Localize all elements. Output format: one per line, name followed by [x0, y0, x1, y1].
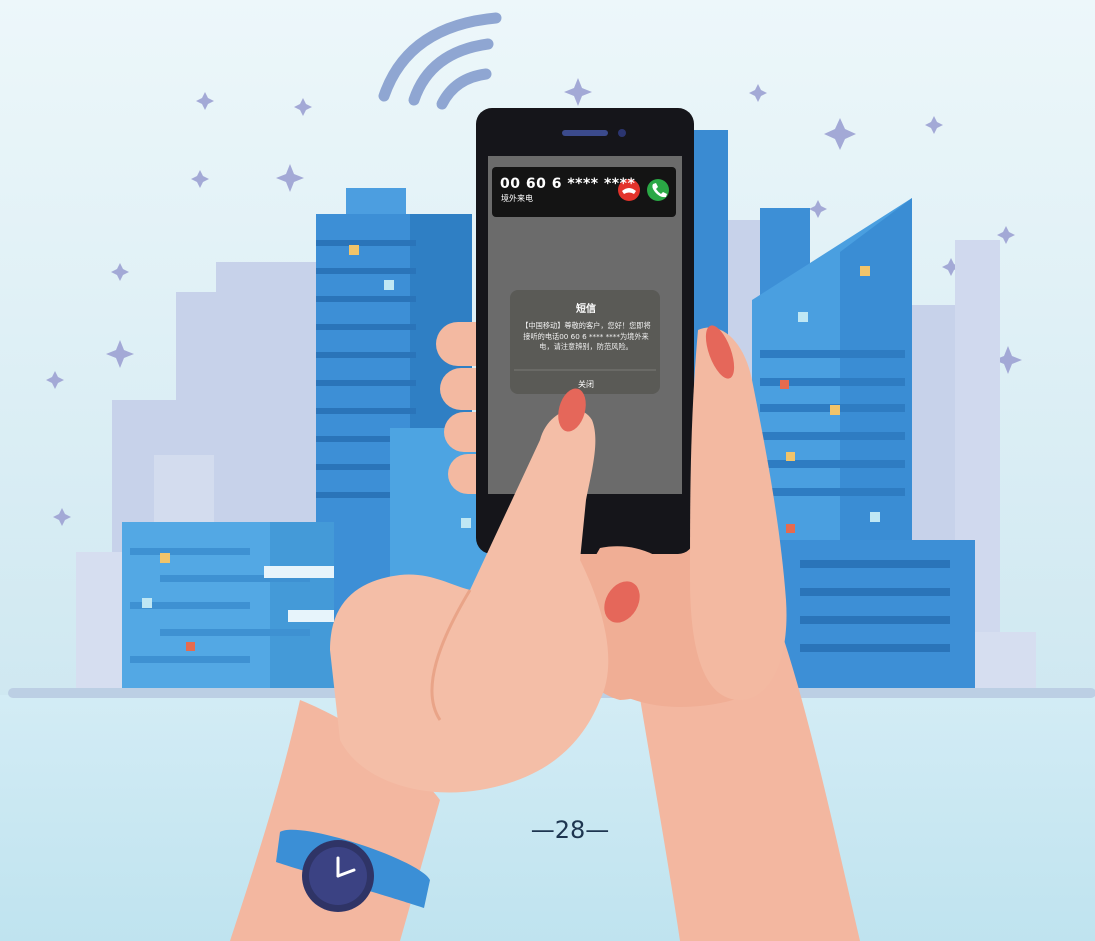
phone-answer-icon[interactable] — [647, 179, 669, 201]
page-number: —28— — [530, 816, 610, 844]
caller-number: 00 60 6 **** **** — [500, 176, 636, 192]
phone-camera — [618, 129, 626, 137]
caller-type-label: 境外来电 — [501, 194, 533, 203]
sms-title: 短信 — [576, 304, 596, 315]
city-phone-illustration — [0, 0, 1095, 941]
phone-earpiece — [562, 130, 608, 136]
sms-body: 【中国移动】尊敬的客户，您好！您即将接听的电话00 60 6 **** ****… — [521, 321, 651, 351]
sms-close-button[interactable]: 关闭 — [513, 379, 659, 390]
